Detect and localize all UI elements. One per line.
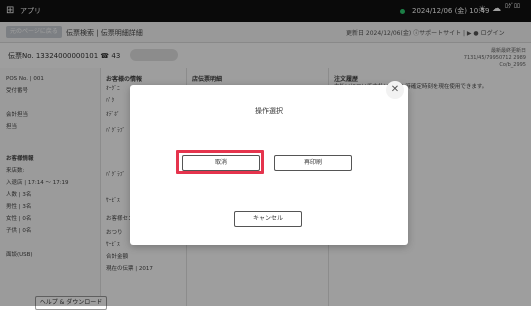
- dismiss-button[interactable]: キャンセル: [234, 211, 302, 227]
- reprint-button[interactable]: 再印刷: [274, 155, 352, 171]
- cancel-transaction-button[interactable]: 取消: [182, 155, 260, 171]
- operation-select-dialog: 操作選択 ✕ 取消 再印刷 キャンセル: [130, 81, 408, 245]
- close-icon[interactable]: ✕: [386, 81, 404, 99]
- dialog-title: 操作選択: [255, 107, 283, 115]
